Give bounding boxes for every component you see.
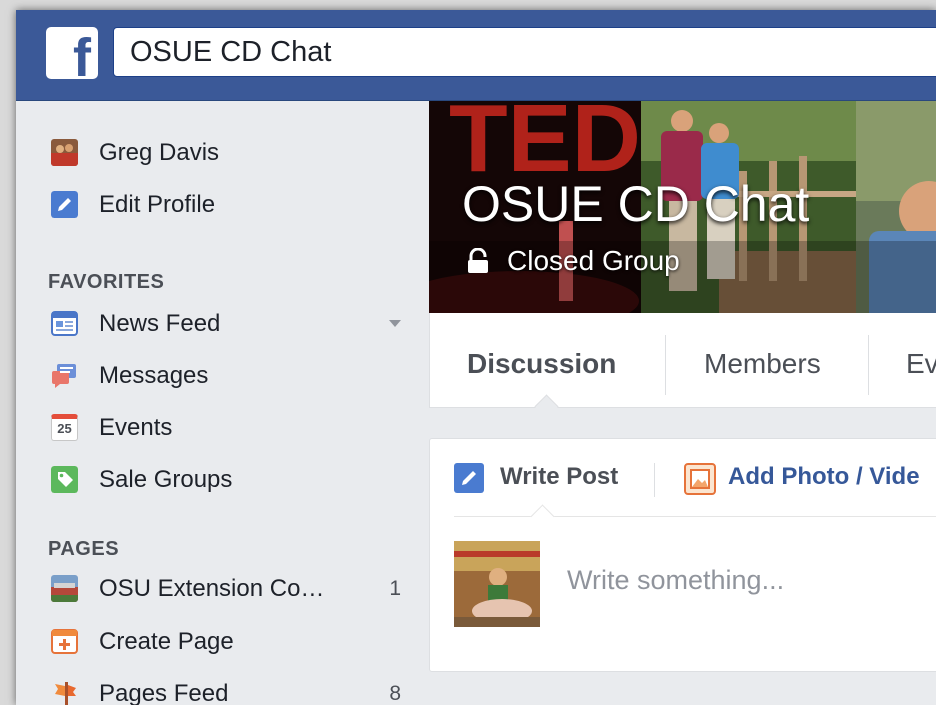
messages-icon — [52, 364, 76, 388]
write-post-pencil-icon — [454, 463, 484, 493]
sidebar-item-create-page[interactable]: Create Page — [51, 624, 401, 660]
pages-feed-label: Pages Feed — [99, 680, 229, 705]
sale-groups-label: Sale Groups — [99, 466, 233, 493]
user-avatar — [454, 541, 540, 627]
edit-profile-label: Edit Profile — [99, 191, 216, 218]
create-page-icon — [51, 629, 78, 654]
composer-separator — [454, 516, 936, 517]
composer-divider — [654, 463, 655, 497]
facebook-logo-icon[interactable]: f — [46, 27, 98, 79]
messages-label: Messages — [99, 362, 209, 389]
tab-events[interactable]: Ev — [906, 313, 936, 407]
group-tabs: Discussion Members Ev — [429, 313, 936, 419]
add-photo-icon — [684, 463, 716, 495]
tab-members[interactable]: Members — [704, 313, 821, 407]
sidebar-item-profile[interactable]: Greg Davis — [51, 135, 401, 171]
post-composer: Write Post Add Photo / Vide Write someth… — [429, 438, 936, 672]
add-photo-video-tab[interactable]: Add Photo / Vide — [728, 459, 920, 495]
pages-heading: PAGES — [48, 538, 120, 560]
osu-extension-page-icon — [51, 575, 78, 602]
post-text-input[interactable]: Write something... — [567, 565, 784, 596]
sidebar-item-pages-feed[interactable]: Pages Feed 8 — [51, 676, 401, 705]
create-page-label: Create Page — [99, 628, 234, 655]
pages-feed-flag-icon — [55, 682, 76, 705]
lock-icon — [468, 248, 488, 273]
group-privacy-label: Closed Group — [507, 245, 680, 276]
sidebar-item-osu-extension[interactable]: OSU Extension Co… 1 — [51, 571, 401, 607]
user-name: Greg Davis — [99, 139, 220, 166]
sidebar-item-news-feed[interactable]: News Feed — [51, 306, 401, 342]
edit-pencil-icon — [51, 191, 78, 218]
active-composer-indicator — [530, 504, 555, 529]
chevron-down-icon[interactable] — [389, 320, 401, 327]
tab-discussion[interactable]: Discussion — [467, 313, 616, 407]
sale-groups-icon — [51, 466, 78, 493]
write-post-tab[interactable]: Write Post — [500, 459, 618, 495]
profile-avatar — [51, 139, 78, 166]
news-feed-label: News Feed — [99, 310, 221, 337]
sidebar-item-edit-profile[interactable]: Edit Profile — [51, 187, 401, 223]
events-icon: 25 — [51, 414, 78, 441]
group-title: OSUE CD Chat — [462, 176, 810, 232]
sidebar-item-events[interactable]: 25 Events — [51, 410, 401, 446]
top-bar: f OSUE CD Chat — [16, 10, 936, 101]
favorites-heading: FAVORITES — [48, 271, 165, 293]
sidebar-item-messages[interactable]: Messages — [51, 358, 401, 394]
notification-count: 8 — [389, 682, 401, 705]
sidebar-item-sale-groups[interactable]: Sale Groups — [51, 462, 401, 498]
tab-divider — [868, 335, 869, 395]
search-input[interactable]: OSUE CD Chat — [113, 27, 936, 77]
events-label: Events — [99, 414, 173, 441]
notification-count: 1 — [389, 577, 401, 600]
browser-frame: f OSUE CD Chat Greg Davis Edit Profile F… — [16, 10, 936, 705]
group-cover-photo[interactable]: TEDx OSUE CD Chat Closed Group — [429, 101, 936, 323]
tab-divider — [665, 335, 666, 395]
left-sidebar: Greg Davis Edit Profile FAVORITES News F… — [16, 101, 416, 705]
news-feed-icon — [51, 311, 78, 336]
osu-extension-label: OSU Extension Co… — [99, 575, 325, 602]
